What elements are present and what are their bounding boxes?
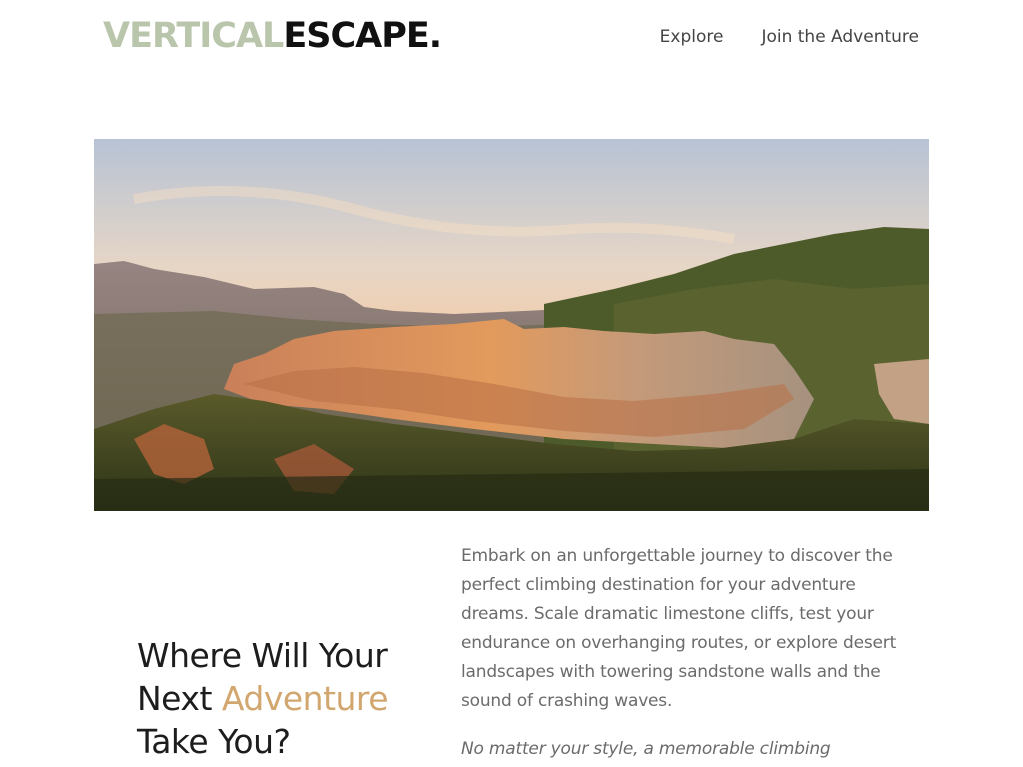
- intro-heading: Where Will Your Next Adventure Take You?: [137, 634, 437, 763]
- nav-link-explore[interactable]: Explore: [660, 26, 724, 48]
- heading-accent-word: Adventure: [221, 679, 389, 718]
- heading-line-3: Take You?: [137, 722, 291, 761]
- intro-text: Embark on an unforgettable journey to di…: [461, 542, 901, 764]
- logo-part-vertical: VERTICAL: [103, 16, 284, 56]
- intro-paragraph: Embark on an unforgettable journey to di…: [461, 546, 897, 711]
- nav-link-join-adventure[interactable]: Join the Adventure: [761, 26, 919, 48]
- heading-line-2-prefix: Next: [137, 679, 222, 718]
- hero-image: [94, 139, 929, 511]
- main-nav: Explore Join the Adventure: [660, 26, 919, 48]
- site-logo[interactable]: VERTICALESCAPE.: [103, 14, 442, 58]
- intro-paragraph-italic: No matter your style, a memorable climbi…: [461, 739, 831, 759]
- landscape-photo-icon: [94, 139, 929, 511]
- heading-line-1: Where Will Your: [137, 636, 388, 675]
- logo-part-escape: ESCAPE.: [283, 16, 442, 56]
